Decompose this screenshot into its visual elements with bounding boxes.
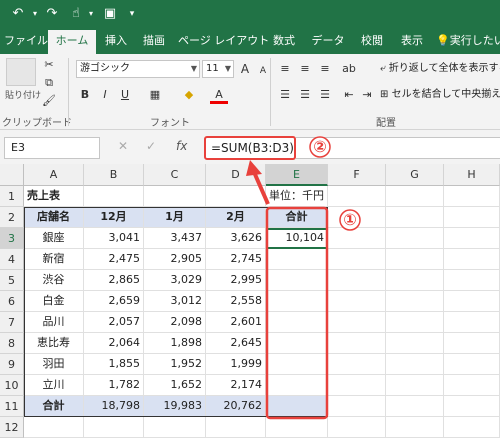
arrow-line <box>252 171 270 205</box>
sum-range-highlight <box>265 206 329 420</box>
annotation-layer <box>246 136 361 420</box>
step-badge-2: ② <box>313 137 327 156</box>
step-badge-1: ① <box>343 210 357 229</box>
arrow-head-icon <box>246 160 262 176</box>
